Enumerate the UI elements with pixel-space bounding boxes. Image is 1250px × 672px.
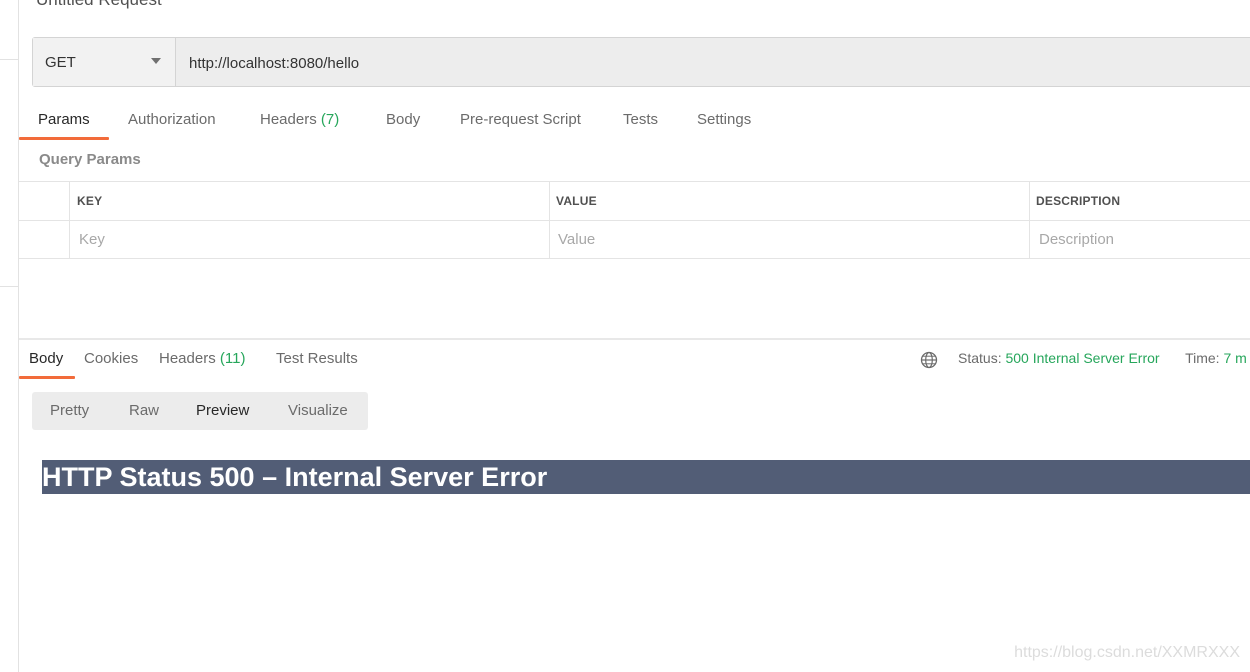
response-divider[interactable] <box>19 338 1250 340</box>
method-label: GET <box>45 53 76 71</box>
status-label: Status: <box>958 350 1002 366</box>
status-value[interactable]: 500 Internal Server Error <box>1005 350 1159 366</box>
tab-params[interactable]: Params <box>38 103 90 139</box>
response-tab-cookies[interactable]: Cookies <box>84 342 138 376</box>
sidebar-edge <box>0 0 19 672</box>
response-tab-test-results[interactable]: Test Results <box>276 342 358 376</box>
tab-tests[interactable]: Tests <box>623 103 658 139</box>
url-bar: GET <box>32 37 1250 88</box>
headers-count-badge: (7) <box>320 111 340 128</box>
url-input[interactable] <box>176 38 1250 88</box>
view-mode-selector: Pretty Raw Preview Visualize <box>32 392 368 430</box>
tab-settings[interactable]: Settings <box>697 103 751 139</box>
tab-headers[interactable]: Headers (7) <box>260 103 339 139</box>
active-response-tab-underline <box>19 376 75 379</box>
query-params-table: KEY VALUE DESCRIPTION <box>19 181 1250 259</box>
column-header-key: KEY <box>77 194 103 208</box>
response-tab-body[interactable]: Body <box>29 342 63 376</box>
globe-icon[interactable] <box>920 351 938 369</box>
tab-authorization[interactable]: Authorization <box>128 103 216 139</box>
view-mode-pretty[interactable]: Pretty <box>50 392 89 430</box>
preview-error-heading: HTTP Status 500 – Internal Server Error <box>42 460 1250 494</box>
param-value-input[interactable] <box>558 227 1018 251</box>
chevron-down-icon <box>151 58 161 64</box>
active-tab-underline <box>19 137 109 140</box>
tab-pre-request-script[interactable]: Pre-request Script <box>460 103 581 139</box>
view-mode-preview[interactable]: Preview <box>196 392 249 430</box>
view-mode-visualize[interactable]: Visualize <box>288 392 348 430</box>
request-title[interactable]: Untitled Request <box>36 0 162 10</box>
response-headers-count-badge: (11) <box>219 350 246 367</box>
column-header-value: VALUE <box>556 194 597 208</box>
query-params-label: Query Params <box>39 151 141 168</box>
view-mode-raw[interactable]: Raw <box>129 392 159 430</box>
response-status: Status: 500 Internal Server Error Time: … <box>958 350 1247 366</box>
param-description-input[interactable] <box>1039 227 1239 251</box>
tab-body[interactable]: Body <box>386 103 420 139</box>
watermark: https://blog.csdn.net/XXMRXXX <box>1014 644 1240 661</box>
response-tab-headers[interactable]: Headers (11) <box>159 342 245 376</box>
request-tabs: Params Authorization Headers (7) Body Pr… <box>19 103 1250 141</box>
time-value[interactable]: 7 m <box>1223 350 1246 366</box>
column-header-description: DESCRIPTION <box>1036 194 1121 208</box>
method-select[interactable]: GET <box>33 38 176 86</box>
time-label: Time: <box>1185 350 1220 366</box>
param-key-input[interactable] <box>79 227 539 251</box>
